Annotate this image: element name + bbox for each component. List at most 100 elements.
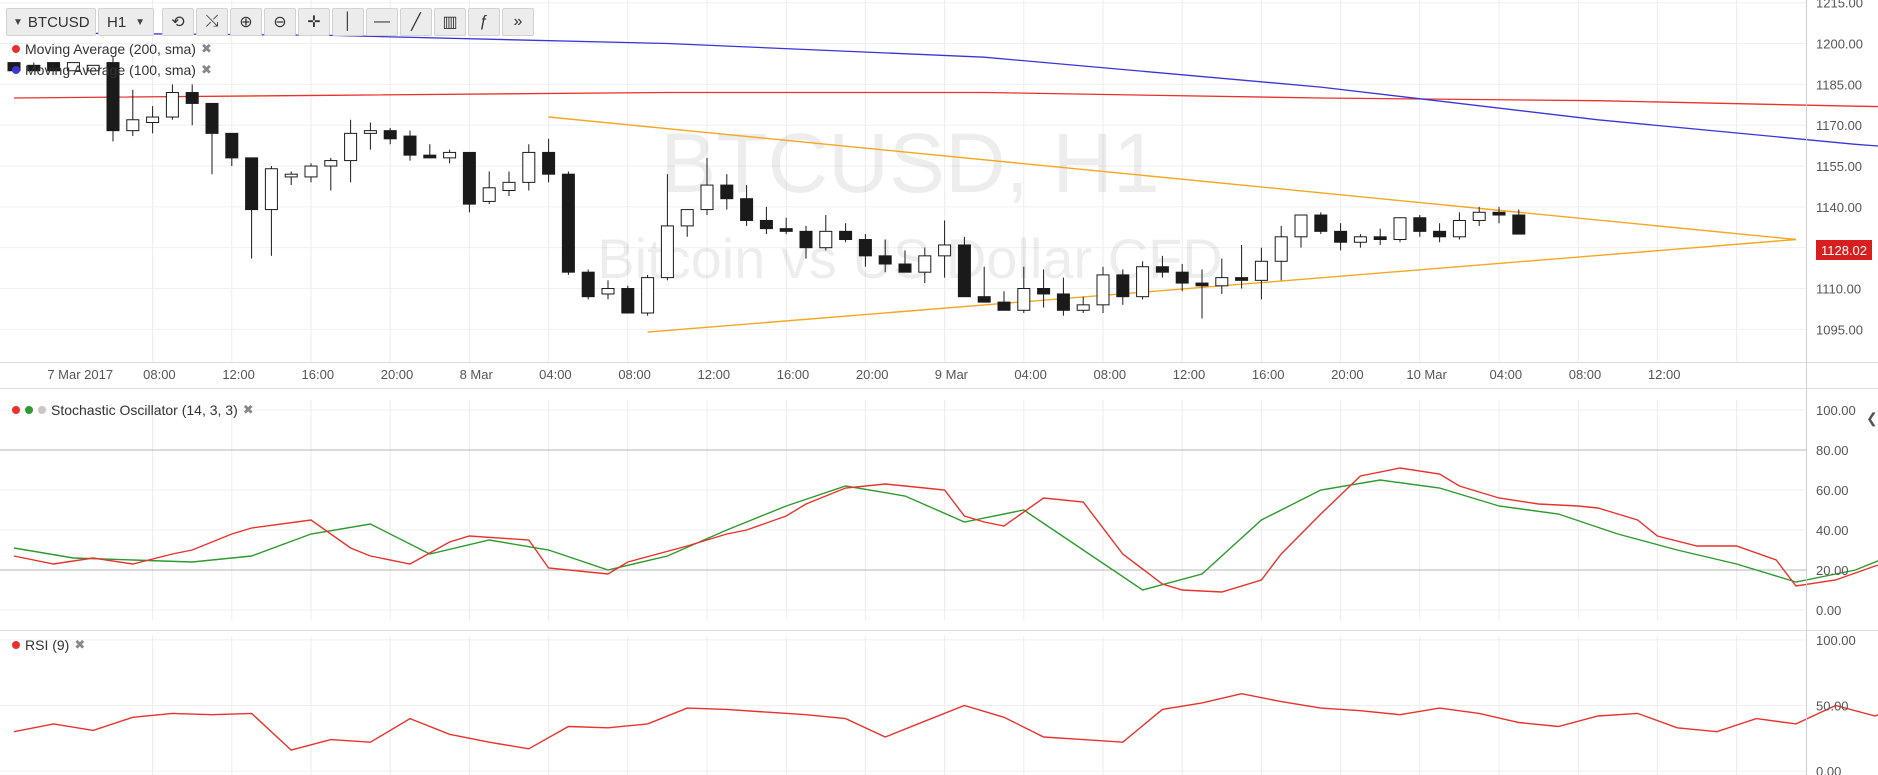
candle-down — [1235, 277, 1249, 281]
close-icon[interactable]: ✖ — [243, 402, 254, 418]
ma200-line — [13, 91, 1878, 108]
stochastic-d-line — [13, 479, 1878, 591]
rsi-panel[interactable] — [13, 686, 1878, 751]
legend-ma200-label: Moving Average (200, sma) — [25, 41, 196, 57]
candle-up — [363, 130, 377, 134]
price-tick-label: 1140.00 — [1816, 200, 1862, 215]
indicators-icon[interactable]: ⤯ — [196, 8, 228, 36]
toolbar: ▼ BTCUSD H1 ▼ ⟲ ⤯ ⊕ ⊖ ✛ │ — ╱ ▥ ƒ» — [6, 8, 534, 36]
zoom-in-icon[interactable]: ⊕ — [230, 8, 262, 36]
candle-down — [878, 255, 892, 265]
legend-ma100-label: Moving Average (100, sma) — [25, 62, 196, 78]
time-tick-label: 20:00 — [1331, 367, 1364, 382]
dropdown-arrow-icon: ▼ — [135, 16, 145, 28]
candle-down — [1037, 288, 1051, 295]
time-tick-label: 12:00 — [698, 367, 731, 382]
legend-rsi-label: RSI (9) — [25, 637, 70, 653]
stoch-tick-label: 40.00 — [1816, 523, 1849, 538]
bars-icon[interactable]: ⟲ — [162, 8, 194, 36]
candle-up — [660, 225, 674, 279]
candle-down — [1175, 271, 1189, 284]
candle-up — [264, 168, 278, 211]
time-tick-label: 16:00 — [302, 367, 335, 382]
crosshair-icon[interactable]: ✛ — [298, 8, 330, 36]
zoom-out-icon[interactable]: ⊖ — [264, 8, 296, 36]
candle-down — [1492, 211, 1506, 216]
legend-ma100[interactable]: Moving Average (100, sma) ✖ — [12, 62, 212, 78]
candle-down — [1155, 266, 1169, 273]
function-icon[interactable]: ƒ — [468, 8, 500, 36]
dropdown-arrow-icon: ▼ — [13, 16, 23, 28]
candle-up — [601, 288, 615, 295]
candle-down — [759, 219, 773, 230]
candle-down — [383, 130, 397, 140]
fast-forward-icon[interactable]: » — [502, 8, 534, 36]
candle-up — [146, 116, 160, 123]
candle-down — [977, 296, 991, 303]
candle-down — [1433, 230, 1447, 238]
stochastic-panel[interactable] — [0, 428, 1878, 593]
interval-label: H1 — [107, 13, 127, 31]
stochastic-k-line — [13, 467, 1878, 593]
candle-up — [819, 230, 833, 249]
close-icon[interactable]: ✖ — [201, 41, 212, 57]
candle-up — [680, 209, 694, 227]
vertical-line-icon[interactable]: │ — [332, 8, 364, 36]
time-tick-label: 20:00 — [856, 367, 889, 382]
blue-dot-icon — [12, 66, 20, 74]
candle-down — [245, 157, 259, 211]
time-tick-label: 04:00 — [539, 367, 572, 382]
chart-canvas[interactable]: BTCUSD, H1 Bitcoin vs US Dollar CFD 1215… — [0, 0, 1878, 775]
time-tick-label: 9 Mar — [935, 367, 969, 382]
candle-down — [779, 228, 793, 232]
time-tick-label: 16:00 — [777, 367, 810, 382]
time-tick-label: 12:00 — [1173, 367, 1206, 382]
symbol-label: BTCUSD — [27, 13, 90, 31]
candle-down — [1116, 274, 1130, 298]
candle-down — [858, 239, 872, 257]
time-tick-label: 08:00 — [1094, 367, 1127, 382]
close-icon[interactable]: ✖ — [74, 637, 85, 653]
candle-down — [799, 230, 813, 249]
time-tick-label: 12:00 — [222, 367, 255, 382]
scroll-right-icon[interactable]: ❮ — [1866, 410, 1878, 427]
price-tick-label: 1095.00 — [1816, 322, 1863, 337]
candle-down — [1195, 282, 1209, 287]
price-tick-label: 1215.00 — [1816, 0, 1863, 11]
candle-up — [1096, 274, 1110, 306]
time-tick-label: 12:00 — [1648, 367, 1681, 382]
candle-up — [522, 151, 536, 183]
horizontal-line-icon[interactable]: — — [366, 8, 398, 36]
close-icon[interactable]: ✖ — [201, 62, 212, 78]
candle-down — [898, 263, 912, 273]
price-tick-label: 1110.00 — [1816, 282, 1861, 297]
fib-icon[interactable]: ▥ — [434, 8, 466, 36]
trend-line-icon[interactable]: ╱ — [400, 8, 432, 36]
legend-rsi[interactable]: RSI (9) ✖ — [12, 637, 85, 653]
interval-selector[interactable]: H1 ▼ — [98, 8, 154, 36]
time-tick-label: 04:00 — [1014, 367, 1047, 382]
candle-down — [1512, 214, 1526, 235]
red-dot-icon — [12, 641, 20, 649]
candle-down — [1413, 217, 1427, 232]
candle-up — [502, 181, 516, 192]
candle-up — [1353, 236, 1367, 243]
candle-down — [997, 301, 1011, 311]
candle-up — [126, 119, 140, 132]
candle-up — [482, 187, 496, 202]
candle-down — [462, 151, 476, 205]
tool-buttons: ⟲ ⤯ ⊕ ⊖ ✛ │ — ╱ ▥ ƒ» — [162, 8, 534, 36]
legend-ma200[interactable]: Moving Average (200, sma) ✖ — [12, 41, 212, 57]
red-dot-icon — [12, 45, 20, 53]
legend-stochastic[interactable]: Stochastic Oscillator (14, 3, 3) ✖ — [12, 402, 254, 418]
stoch-tick-label: 80.00 — [1816, 443, 1849, 458]
candle-down — [581, 271, 595, 298]
candle-down — [1314, 214, 1328, 232]
candle-down — [740, 198, 754, 221]
rsi-tick-label: 100.00 — [1816, 633, 1856, 648]
time-tick-label: 20:00 — [381, 367, 414, 382]
candle-up — [1274, 236, 1288, 262]
symbol-selector[interactable]: ▼ BTCUSD — [6, 8, 96, 36]
candle-up — [1215, 277, 1229, 287]
candle-down — [542, 151, 556, 175]
